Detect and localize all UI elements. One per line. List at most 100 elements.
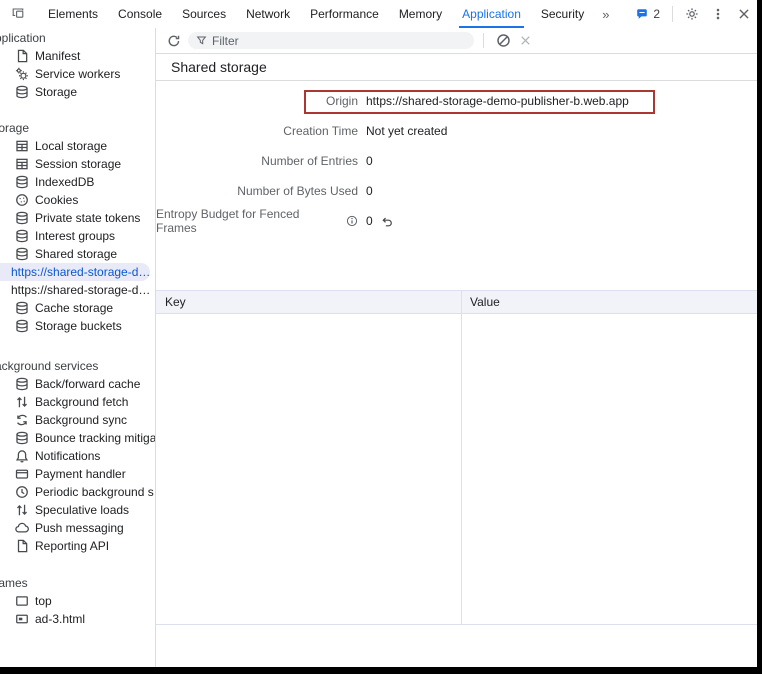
tabbar-right-controls: 2 <box>630 1 757 27</box>
settings-button[interactable] <box>679 1 705 27</box>
sidebar-item-reporting-api[interactable]: Reporting API <box>0 537 155 555</box>
tab-application[interactable]: Application <box>452 1 531 28</box>
panel-toolbar <box>156 28 757 54</box>
filter-funnel-icon <box>196 35 207 46</box>
sidebar-item-label: https://shared-storage-d… <box>11 265 150 279</box>
sidebar-item-indexeddb[interactable]: IndexedDB <box>0 173 155 191</box>
sidebar-section-storage: Storage Local storage Session storage In… <box>0 119 155 335</box>
sidebar-item-label: Private state tokens <box>35 211 140 225</box>
sidebar-item-label: ad-3.html <box>35 612 85 626</box>
database-icon <box>15 319 29 333</box>
refresh-button[interactable] <box>162 29 186 53</box>
sidebar-item-local-storage[interactable]: Local storage <box>0 137 155 155</box>
sidebar-item-frame-ad-3[interactable]: ad-3.html <box>0 610 155 628</box>
database-icon <box>15 211 29 225</box>
block-icon <box>496 33 511 48</box>
filter-box <box>188 32 474 49</box>
sidebar-item-shared-storage-origin-selected[interactable]: https://shared-storage-d… <box>0 263 150 281</box>
sidebar-item-manifest[interactable]: Manifest <box>0 47 155 65</box>
tab-console[interactable]: Console <box>108 1 172 28</box>
tab-security[interactable]: Security <box>531 1 594 28</box>
sidebar-item-storage-buckets[interactable]: Storage buckets <box>0 317 155 335</box>
toggle-device-toolbar-button[interactable] <box>0 1 38 28</box>
sidebar-item-shared-storage-origin[interactable]: https://shared-storage-d… <box>0 281 155 299</box>
database-icon <box>15 377 29 391</box>
sidebar-item-label: Manifest <box>35 49 80 63</box>
info-icon[interactable] <box>346 215 358 227</box>
sidebar-item-label: Notifications <box>35 449 100 463</box>
sidebar-item-background-sync[interactable]: Background sync <box>0 411 155 429</box>
tab-memory[interactable]: Memory <box>389 1 452 28</box>
column-header-key[interactable]: Key <box>156 291 462 313</box>
document-icon <box>15 539 29 553</box>
field-label: Entropy Budget for Fenced Frames <box>156 207 342 235</box>
issues-button[interactable]: 2 <box>630 7 666 21</box>
sidebar-item-label: Cookies <box>35 193 78 207</box>
close-icon <box>737 7 751 21</box>
field-label: Creation Time <box>283 124 358 138</box>
issues-bubble-icon <box>636 8 648 20</box>
tab-label: Console <box>118 7 162 21</box>
close-icon <box>519 34 532 47</box>
sidebar-item-label: Cache storage <box>35 301 113 315</box>
sidebar-item-shared-storage[interactable]: Shared storage <box>0 245 155 263</box>
section-header-storage: Storage <box>0 119 155 137</box>
tab-label: Sources <box>182 7 226 21</box>
sidebar-item-label: Push messaging <box>35 521 124 535</box>
sidebar-item-frame-top[interactable]: top <box>0 592 155 610</box>
sidebar-item-private-state-tokens[interactable]: Private state tokens <box>0 209 155 227</box>
more-tabs-button[interactable]: » <box>594 1 617 28</box>
tab-label: Elements <box>48 7 98 21</box>
sidebar-item-background-fetch[interactable]: Background fetch <box>0 393 155 411</box>
issues-count: 2 <box>653 7 660 21</box>
table-grid-icon <box>15 139 29 153</box>
sidebar-item-service-workers[interactable]: Service workers <box>0 65 155 83</box>
kebab-menu-icon <box>711 7 725 21</box>
sidebar-item-bounce-tracking-mitigations[interactable]: Bounce tracking mitiga… <box>0 429 155 447</box>
sidebar-item-interest-groups[interactable]: Interest groups <box>0 227 155 245</box>
reset-undo-icon <box>381 215 394 228</box>
filter-input[interactable] <box>212 34 466 48</box>
gear-icon <box>685 7 699 21</box>
database-icon <box>15 431 29 445</box>
sidebar-item-speculative-loads[interactable]: Speculative loads <box>0 501 155 519</box>
entropy-budget-value: 0 <box>366 214 373 228</box>
creation-time-value: Not yet created <box>366 124 447 138</box>
column-header-value[interactable]: Value <box>462 291 757 313</box>
close-devtools-button[interactable] <box>731 1 757 27</box>
clock-icon <box>15 485 29 499</box>
sidebar-section-frames: Frames top ad-3.html <box>0 574 155 628</box>
sidebar-item-label: top <box>35 594 52 608</box>
sidebar-item-session-storage[interactable]: Session storage <box>0 155 155 173</box>
tab-elements[interactable]: Elements <box>38 1 108 28</box>
tab-performance[interactable]: Performance <box>300 1 389 28</box>
sidebar-item-label: https://shared-storage-d… <box>11 283 150 297</box>
field-label: Number of Bytes Used <box>237 184 358 198</box>
window-edge-right <box>757 0 762 674</box>
sidebar-item-back-forward-cache[interactable]: Back/forward cache <box>0 375 155 393</box>
table-body-empty[interactable] <box>156 314 757 625</box>
sidebar-item-cache-storage[interactable]: Cache storage <box>0 299 155 317</box>
service-worker-gears-icon <box>15 67 29 81</box>
sidebar-item-notifications[interactable]: Notifications <box>0 447 155 465</box>
sidebar-item-periodic-background-sync[interactable]: Periodic background s… <box>0 483 155 501</box>
more-options-button[interactable] <box>705 1 731 27</box>
sidebar-item-payment-handler[interactable]: Payment handler <box>0 465 155 483</box>
tab-label: Performance <box>310 7 379 21</box>
sidebar-item-cookies[interactable]: Cookies <box>0 191 155 209</box>
tab-sources[interactable]: Sources <box>172 1 236 28</box>
column-divider <box>461 314 462 624</box>
more-tabs-chevrons: » <box>602 7 609 22</box>
clear-filter-button[interactable] <box>514 30 536 52</box>
payment-card-icon <box>15 467 29 481</box>
sidebar-item-storage[interactable]: Storage <box>0 83 155 101</box>
key-value-table: Key Value <box>156 290 757 624</box>
sidebar-item-push-messaging[interactable]: Push messaging <box>0 519 155 537</box>
sidebar-item-label: Storage buckets <box>35 319 122 333</box>
clear-events-button[interactable] <box>492 30 514 52</box>
section-header-background-services: Background services <box>0 357 155 375</box>
tab-network[interactable]: Network <box>236 1 300 28</box>
metadata-fields: Origin https://shared-storage-demo-publi… <box>156 80 757 236</box>
reset-budget-button[interactable] <box>381 215 394 228</box>
sidebar-item-label: Shared storage <box>35 247 117 261</box>
